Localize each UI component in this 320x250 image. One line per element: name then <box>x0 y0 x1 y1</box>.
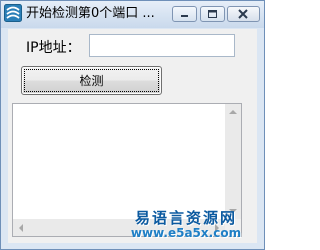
title-bar[interactable]: 开始检测第0个端口 ... <box>1 1 264 28</box>
minimize-button[interactable] <box>172 6 197 22</box>
maximize-icon <box>208 10 217 18</box>
scroll-left-icon[interactable] <box>19 224 23 232</box>
scroll-right-icon[interactable] <box>215 224 219 232</box>
ip-address-input[interactable] <box>89 34 235 57</box>
window-title: 开始检测第0个端口 ... <box>26 6 155 21</box>
close-icon <box>238 9 248 19</box>
maximize-button[interactable] <box>200 6 225 22</box>
app-window: 开始检测第0个端口 ... IP地址： 检测 <box>0 0 265 250</box>
client-area: IP地址： 检测 <box>8 29 257 243</box>
output-textbox[interactable] <box>12 103 242 237</box>
app-icon <box>4 4 22 22</box>
horizontal-scrollbar[interactable] <box>13 219 225 236</box>
ip-address-label: IP地址： <box>26 40 81 56</box>
scrollbar-corner <box>225 219 241 236</box>
scroll-up-icon[interactable] <box>229 110 237 114</box>
close-button[interactable] <box>227 6 260 22</box>
scroll-down-icon[interactable] <box>229 209 237 213</box>
minimize-icon <box>181 15 188 17</box>
detect-button[interactable]: 检测 <box>21 66 162 95</box>
vertical-scrollbar[interactable] <box>225 104 241 219</box>
